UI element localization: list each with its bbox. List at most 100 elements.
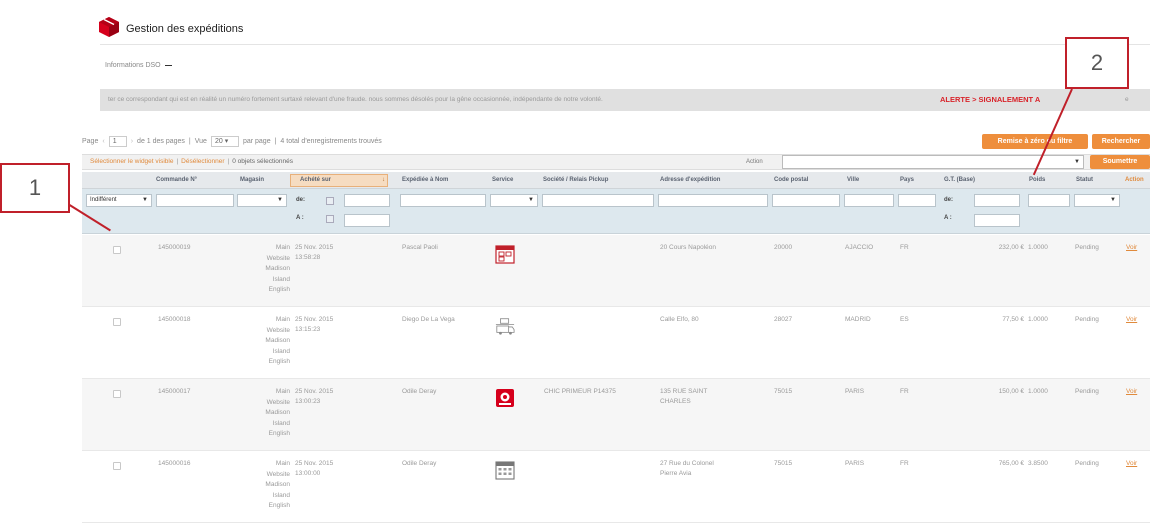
view-link[interactable]: Voir xyxy=(1126,387,1137,397)
store-filter-select[interactable]: ▼ xyxy=(237,194,287,207)
per-page-value[interactable]: 20 xyxy=(215,138,223,145)
page-input[interactable]: 1 xyxy=(108,136,127,147)
address-line: Pierre Avia xyxy=(660,470,692,477)
service-filter-select[interactable]: ▼ xyxy=(490,194,538,207)
col-address[interactable]: Adresse d'expédition xyxy=(660,177,720,183)
total-from-label: de: xyxy=(944,197,953,203)
store-line: Website xyxy=(266,470,290,478)
date-from-input[interactable] xyxy=(344,194,390,207)
pager-separator: | xyxy=(188,138,191,145)
chevron-down-icon[interactable]: ▼ xyxy=(277,195,283,206)
alert-link[interactable]: ALERTE > SIGNALEMENT A xyxy=(940,95,1040,104)
submit-button[interactable]: Soumettre xyxy=(1090,155,1150,169)
view-link[interactable]: Voir xyxy=(1126,315,1137,325)
view-label: Vue xyxy=(194,138,207,145)
table-row[interactable]: 145000018 Main Website Madison Island En… xyxy=(82,307,1150,379)
store-line: English xyxy=(268,430,290,437)
col-created[interactable]: Achété sur xyxy=(300,177,331,183)
col-status[interactable]: Statut xyxy=(1076,177,1093,183)
weight: 3.8500 xyxy=(1028,460,1048,467)
search-button[interactable]: Rechercher xyxy=(1092,134,1150,149)
row-checkbox[interactable] xyxy=(113,390,121,398)
zip-code: 28027 xyxy=(774,316,793,323)
table-row[interactable]: 145000019 Main Website Madison Island En… xyxy=(82,235,1150,307)
chevron-down-icon[interactable]: ▼ xyxy=(1074,159,1080,165)
store-name: Main Website Madison Island English xyxy=(222,387,290,440)
ship-address: 20 Cours Napoléon xyxy=(660,243,716,253)
pickup-relay-icon xyxy=(496,389,514,407)
store-line: Main xyxy=(275,244,290,251)
select-visible-link[interactable]: Sélectionner le widget visible xyxy=(90,158,173,165)
address-line: 27 Rue du Colonel xyxy=(660,460,714,467)
prev-page-icon[interactable]: ‹ xyxy=(102,138,104,145)
col-weight[interactable]: Poids xyxy=(1029,177,1045,183)
pages-text: de 1 des pages xyxy=(137,138,185,145)
calendar-icon[interactable] xyxy=(326,197,334,205)
filter-any-value[interactable]: Indifférent xyxy=(90,197,117,203)
table-row[interactable]: 145000017 Main Website Madison Island En… xyxy=(82,379,1150,451)
col-company[interactable]: Société / Relais Pickup xyxy=(543,177,608,183)
chevron-down-icon[interactable]: ▼ xyxy=(1110,195,1116,206)
store-line: English xyxy=(268,286,290,293)
date-to-input[interactable] xyxy=(344,214,390,227)
date-text: 25 Nov. 2015 xyxy=(295,460,334,467)
page-label: Page xyxy=(82,138,99,145)
info-link[interactable]: Informations DSO xyxy=(105,62,172,69)
total-to-label: A : xyxy=(944,215,952,221)
col-service[interactable]: Service xyxy=(492,177,513,183)
status: Pending xyxy=(1075,460,1099,467)
row-checkbox[interactable] xyxy=(113,318,121,326)
chevron-down-icon[interactable]: ▼ xyxy=(142,195,148,206)
address-filter-input[interactable] xyxy=(658,194,768,207)
city-filter-input[interactable] xyxy=(844,194,894,207)
weight: 1.0000 xyxy=(1028,244,1048,251)
per-page-select[interactable]: 20 ▾ xyxy=(210,136,239,147)
row-checkbox[interactable] xyxy=(113,246,121,254)
orders-table: Commande N° Magasin Achété sur ↓ Expédié… xyxy=(82,172,1150,523)
col-zip[interactable]: Code postal xyxy=(774,177,808,183)
weight-filter-input[interactable] xyxy=(1028,194,1070,207)
zip-filter-input[interactable] xyxy=(772,194,840,207)
info-label[interactable]: Informations DSO xyxy=(105,62,161,69)
sort-arrow-icon[interactable]: ↓ xyxy=(382,177,385,183)
next-page-icon[interactable]: › xyxy=(131,138,133,145)
col-country[interactable]: Pays xyxy=(900,177,914,183)
collapse-icon[interactable] xyxy=(164,64,172,66)
status: Pending xyxy=(1075,388,1099,395)
store-line: Website xyxy=(266,398,290,406)
mass-separator: | xyxy=(176,158,179,165)
company-filter-input[interactable] xyxy=(542,194,654,207)
mass-separator: | xyxy=(227,158,230,165)
city: MADRID xyxy=(845,316,871,323)
status: Pending xyxy=(1075,244,1099,251)
order-filter-input[interactable] xyxy=(156,194,234,207)
col-order[interactable]: Commande N° xyxy=(156,177,197,183)
calendar-relay-icon xyxy=(495,245,515,264)
status-filter-select[interactable]: ▼ xyxy=(1074,194,1120,207)
col-city[interactable]: Ville xyxy=(847,177,859,183)
unselect-link[interactable]: Désélectionner xyxy=(181,158,224,165)
checkbox-filter-select[interactable]: Indifférent ▼ xyxy=(86,194,152,207)
ship-to-filter-input[interactable] xyxy=(400,194,486,207)
ship-address: 135 RUE SAINT CHARLES xyxy=(660,387,707,407)
view-link[interactable]: Voir xyxy=(1126,243,1137,253)
row-checkbox[interactable] xyxy=(113,462,121,470)
header-divider xyxy=(100,44,1150,45)
col-ship-to[interactable]: Expédiée à Nom xyxy=(402,177,448,183)
total-from-input[interactable] xyxy=(974,194,1020,207)
chevron-down-icon[interactable]: ▼ xyxy=(528,195,534,206)
table-row[interactable]: 145000016 Main Website Madison Island En… xyxy=(82,451,1150,523)
col-total[interactable]: G.T. (Base) xyxy=(944,177,975,183)
view-link[interactable]: Voir xyxy=(1126,459,1137,469)
store-line: Island xyxy=(272,275,290,283)
address-line: 20 Cours Napoléon xyxy=(660,244,717,251)
country-filter-input[interactable] xyxy=(898,194,936,207)
total-to-input[interactable] xyxy=(974,214,1020,227)
mass-action-links: Sélectionner le widget visible | Désélecti… xyxy=(90,158,293,165)
weight: 1.0000 xyxy=(1028,388,1048,395)
page-title: Gestion des expéditions xyxy=(126,23,244,35)
ship-to-name: Odile Deray xyxy=(402,460,437,467)
reset-filter-button[interactable]: Remise à zéro du filtre xyxy=(982,134,1088,149)
calendar-icon[interactable] xyxy=(326,215,334,223)
col-store[interactable]: Magasin xyxy=(240,177,264,183)
